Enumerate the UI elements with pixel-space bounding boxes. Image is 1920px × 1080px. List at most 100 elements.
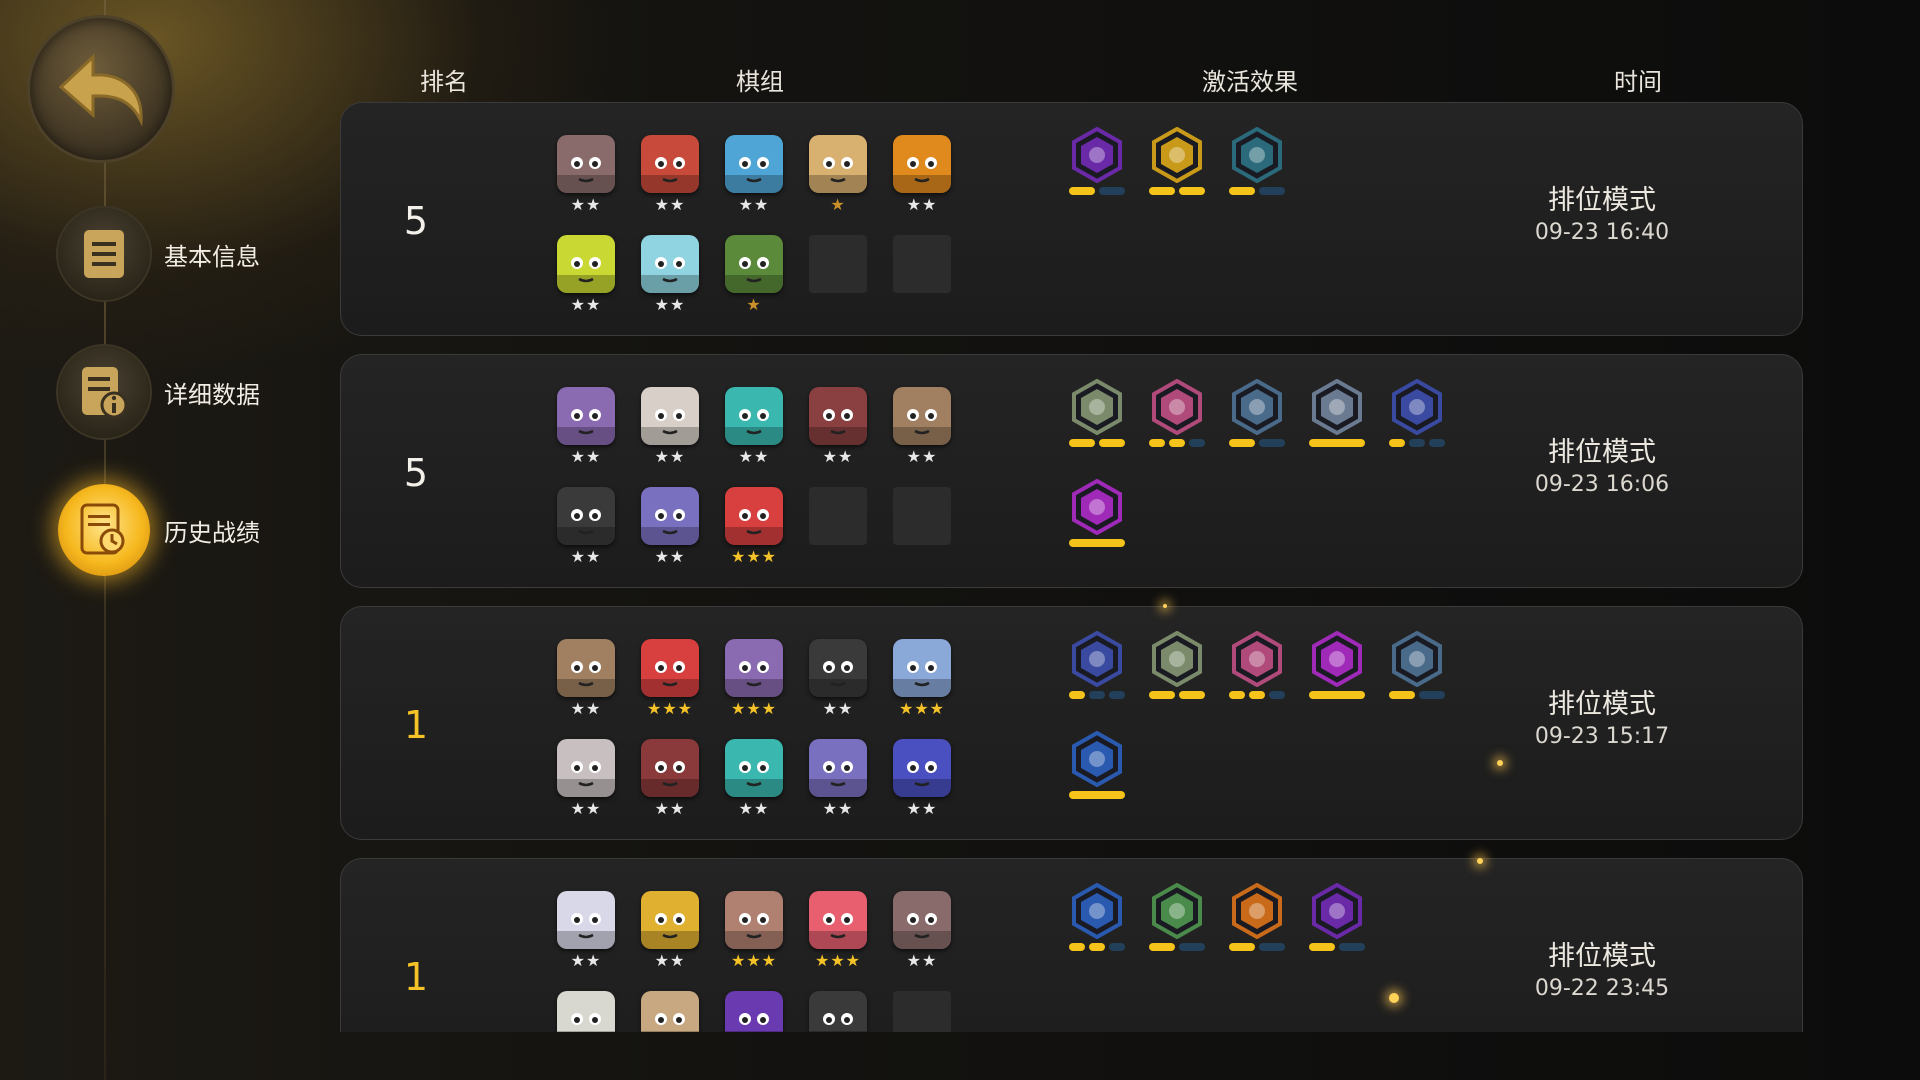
trait-badge-icon <box>1229 378 1285 436</box>
match-time: 09-23 16:40 <box>1534 220 1670 245</box>
chess-piece-portrait <box>557 891 615 949</box>
trait-synergy[interactable] <box>1225 882 1289 963</box>
chess-piece[interactable]: ★★ <box>807 387 869 477</box>
trait-progress-segment <box>1269 691 1285 699</box>
trait-synergy[interactable] <box>1065 882 1129 963</box>
match-record[interactable]: 1 ★★ ★★ ★★★ ★★★ ★★ 排位模式 09-22 23:45 <box>340 858 1803 1032</box>
trait-progress-segment <box>1259 187 1285 195</box>
chess-piece[interactable]: ★★ <box>807 739 869 829</box>
trait-synergy[interactable] <box>1065 378 1129 459</box>
chess-piece[interactable] <box>639 991 701 1032</box>
chess-piece-portrait <box>809 135 867 193</box>
chess-piece[interactable]: ★★★ <box>723 891 785 981</box>
chess-piece[interactable]: ★★ <box>723 387 785 477</box>
trait-progress <box>1225 439 1289 447</box>
chess-piece-portrait <box>725 487 783 545</box>
nav-basic-info-label: 基本信息 <box>164 242 260 271</box>
chess-piece[interactable]: ★★★ <box>807 891 869 981</box>
trait-progress-segment <box>1309 439 1365 447</box>
trait-synergy[interactable] <box>1225 630 1289 711</box>
chess-piece[interactable]: ★★ <box>891 387 953 477</box>
chess-piece[interactable]: ★★ <box>555 639 617 729</box>
nav-basic-info[interactable]: 基本信息 <box>58 208 260 300</box>
trait-badge-icon <box>1309 882 1365 940</box>
match-mode: 排位模式 <box>1548 941 1656 972</box>
document-icon <box>84 230 124 278</box>
trait-synergy[interactable] <box>1385 378 1449 459</box>
trait-progress <box>1065 691 1129 699</box>
chess-piece[interactable]: ★ <box>723 235 785 325</box>
trait-progress-segment <box>1339 943 1365 951</box>
trait-progress <box>1225 187 1289 195</box>
trait-progress <box>1385 439 1449 447</box>
trait-synergy[interactable] <box>1305 882 1369 963</box>
chess-piece[interactable]: ★★ <box>639 739 701 829</box>
match-record[interactable]: 1 ★★ ★★★ ★★★ ★★ ★★★ ★★ ★★ ★★ ★★ ★★ 排位模式 09-23 15:17 <box>340 606 1803 840</box>
trait-synergy[interactable] <box>1065 630 1129 711</box>
trait-synergy[interactable] <box>1065 730 1129 811</box>
chess-piece[interactable]: ★★ <box>639 387 701 477</box>
chess-piece[interactable] <box>807 991 869 1032</box>
nav-detail-data[interactable]: 详细数据 <box>58 346 260 438</box>
trait-progress-segment <box>1089 943 1105 951</box>
trait-progress-segment <box>1259 439 1285 447</box>
trait-synergy[interactable] <box>1145 126 1209 207</box>
chess-piece[interactable]: ★★ <box>639 135 701 225</box>
star-rating: ★★ <box>654 295 686 314</box>
trait-badge-icon <box>1229 882 1285 940</box>
chess-piece[interactable]: ★★ <box>891 891 953 981</box>
trait-synergy[interactable] <box>1305 378 1369 459</box>
star-rating: ★★ <box>738 447 770 466</box>
trait-synergy[interactable] <box>1225 126 1289 207</box>
trait-synergy[interactable] <box>1385 630 1449 711</box>
chess-piece[interactable]: ★★★ <box>723 639 785 729</box>
back-button[interactable] <box>30 18 172 160</box>
chess-piece[interactable]: ★★ <box>555 235 617 325</box>
trait-progress-segment <box>1229 187 1255 195</box>
nav-match-history[interactable]: 历史战绩 <box>58 484 260 576</box>
trait-synergy[interactable] <box>1145 882 1209 963</box>
chess-piece[interactable]: ★★ <box>555 891 617 981</box>
trait-badge-icon <box>1389 378 1445 436</box>
trait-synergy[interactable] <box>1145 630 1209 711</box>
chess-piece[interactable]: ★★ <box>807 639 869 729</box>
chess-piece[interactable]: ★★ <box>555 387 617 477</box>
trait-badge-icon <box>1149 378 1205 436</box>
chess-piece[interactable]: ★ <box>807 135 869 225</box>
chess-piece[interactable]: ★★★ <box>639 639 701 729</box>
chess-piece[interactable]: ★★ <box>555 739 617 829</box>
match-mode: 排位模式 <box>1548 689 1656 720</box>
trait-synergy[interactable] <box>1145 378 1209 459</box>
trait-progress-segment <box>1089 691 1105 699</box>
chess-piece[interactable]: ★★ <box>639 891 701 981</box>
match-time: 09-22 23:45 <box>1534 976 1670 1001</box>
chess-piece[interactable]: ★★ <box>891 739 953 829</box>
chess-piece[interactable]: ★★ <box>723 135 785 225</box>
chess-piece-portrait <box>641 235 699 293</box>
chess-piece[interactable] <box>555 991 617 1032</box>
chess-piece[interactable]: ★★ <box>891 135 953 225</box>
trait-progress-segment <box>1149 691 1175 699</box>
trait-synergy[interactable] <box>1065 478 1129 559</box>
match-history-list[interactable]: 5 ★★ ★★ ★★ ★ ★★ ★★ ★★ ★ 排位模式 09-23 16:40 5 ★★ ★★ ★★ ★★ ★… <box>340 102 1805 1032</box>
match-record[interactable]: 5 ★★ ★★ ★★ ★★ ★★ ★★ ★★ ★★★ 排位模式 09-23 16:06 <box>340 354 1803 588</box>
chess-piece[interactable]: ★★★ <box>891 639 953 729</box>
trait-synergy[interactable] <box>1065 126 1129 207</box>
trait-synergy[interactable] <box>1305 630 1369 711</box>
trait-synergy[interactable] <box>1225 378 1289 459</box>
match-mode: 排位模式 <box>1548 185 1656 216</box>
star-rating: ★★ <box>654 447 686 466</box>
chess-piece[interactable]: ★★★ <box>723 487 785 577</box>
chess-piece[interactable]: ★★ <box>555 135 617 225</box>
match-mode-time: 排位模式 09-23 16:06 <box>1502 437 1702 501</box>
chess-piece-portrait <box>641 891 699 949</box>
chess-piece-portrait <box>893 135 951 193</box>
trait-progress-segment <box>1069 943 1085 951</box>
match-record[interactable]: 5 ★★ ★★ ★★ ★ ★★ ★★ ★★ ★ 排位模式 09-23 16:40 <box>340 102 1803 336</box>
chess-piece[interactable]: ★★ <box>639 487 701 577</box>
chess-piece[interactable]: ★★ <box>639 235 701 325</box>
chess-piece[interactable]: ★★ <box>723 739 785 829</box>
chess-piece-portrait <box>557 739 615 797</box>
chess-piece[interactable] <box>723 991 785 1032</box>
chess-piece[interactable]: ★★ <box>555 487 617 577</box>
